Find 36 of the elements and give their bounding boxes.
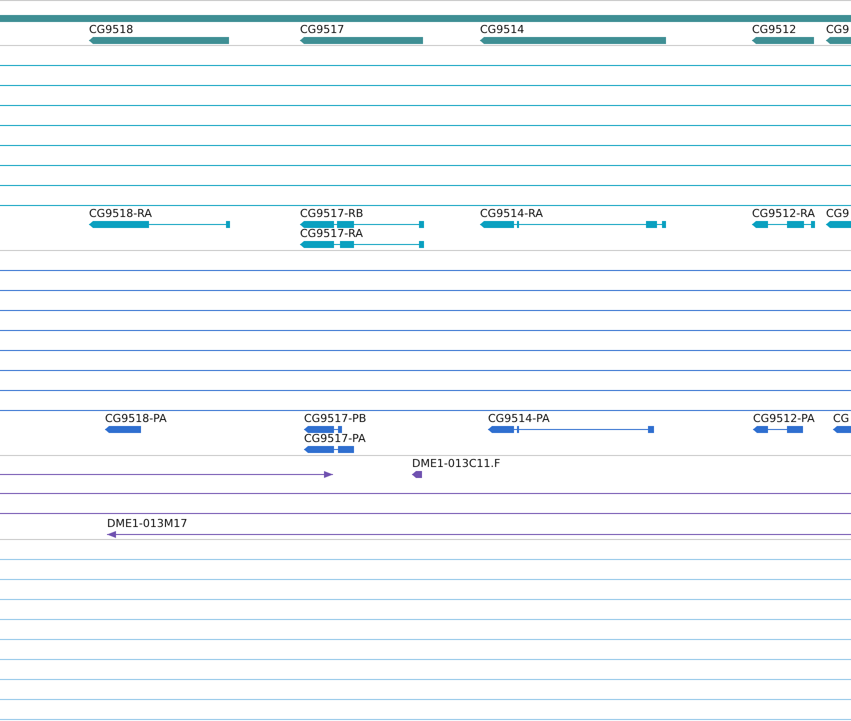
feature-label: CG9517-PB (304, 413, 366, 425)
feature-label: CG9518-RA (89, 208, 152, 220)
clone-arrow[interactable] (412, 471, 422, 478)
feature-label: CG9518-PA (105, 413, 167, 425)
transcript-glyph[interactable] (826, 221, 851, 228)
feature-label: CG9514 (480, 24, 524, 36)
feature-label: CG9514-PA (488, 413, 550, 425)
transcript-glyph[interactable] (300, 221, 424, 228)
transcript-glyph[interactable] (752, 221, 815, 228)
feature-label: CG9512-PA (753, 413, 815, 425)
feature-label: CG9 (826, 24, 850, 36)
clone-arrow[interactable] (0, 471, 333, 478)
transcript-glyph[interactable] (89, 221, 230, 228)
protein-glyph[interactable] (304, 426, 342, 433)
feature-label: CG9517-RA (300, 228, 363, 240)
gene-bar[interactable] (826, 37, 851, 44)
feature-label: CG9 (826, 208, 850, 220)
protein-glyph[interactable] (488, 426, 654, 433)
transcript-glyph[interactable] (480, 221, 666, 228)
feature-label: CG9512 (752, 24, 796, 36)
protein-glyph[interactable] (833, 426, 851, 433)
clone-arrow[interactable] (107, 531, 851, 538)
protein-glyph[interactable] (753, 426, 803, 433)
feature-label: CG9518 (89, 24, 134, 36)
gene-bar[interactable] (752, 37, 814, 44)
protein-glyph[interactable] (304, 446, 354, 453)
feature-label: CG9514-RA (480, 208, 543, 220)
feature-label: DME1-013M17 (107, 518, 188, 530)
feature-label: CG9517 (300, 24, 344, 36)
protein-glyph[interactable] (105, 426, 141, 433)
feature-label: DME1-013C11.F (412, 458, 500, 470)
transcript-glyph[interactable] (300, 241, 424, 248)
feature-label: CG9517-PA (304, 433, 366, 445)
feature-label: CG9517-RB (300, 208, 364, 220)
feature-label: CG9512-RA (752, 208, 815, 220)
feature-label: CG (833, 413, 850, 425)
